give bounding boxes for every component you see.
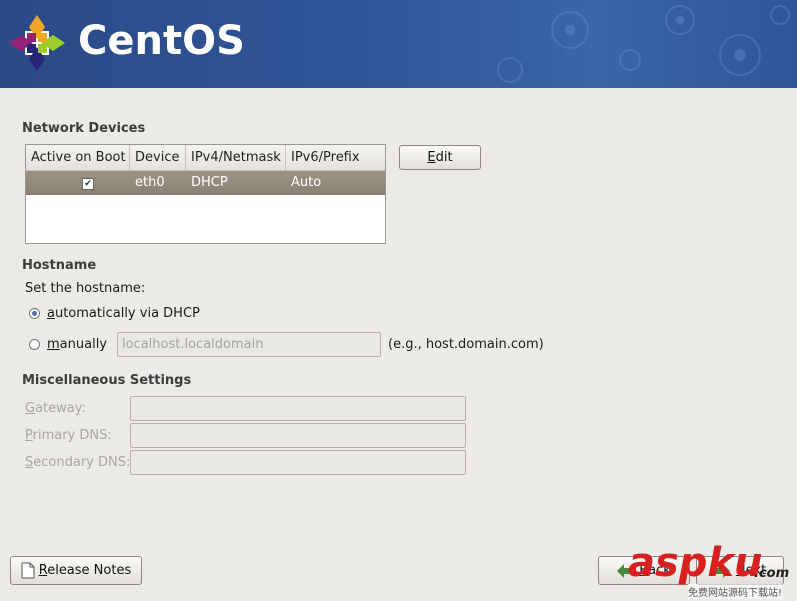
- hostname-prompt: Set the hostname:: [25, 281, 146, 296]
- column-header-ipv4[interactable]: IPv4/Netmask: [186, 145, 286, 170]
- network-devices-title: Network Devices: [22, 121, 146, 136]
- gateway-input[interactable]: [130, 396, 466, 421]
- column-header-active[interactable]: Active on Boot: [26, 145, 130, 170]
- header-banner: CentOS: [0, 0, 797, 88]
- watermark-logo: aspku: [628, 540, 763, 586]
- ipv4-cell: DHCP: [191, 175, 228, 190]
- manual-label[interactable]: manually: [47, 337, 107, 352]
- release-notes-label: Release Notes: [38, 563, 132, 578]
- banner-decoration: [497, 5, 790, 83]
- network-devices-table[interactable]: Active on Boot Device IPv4/Netmask IPv6/…: [25, 144, 386, 244]
- auto-dhcp-radio[interactable]: [29, 308, 40, 319]
- manual-radio[interactable]: [29, 339, 40, 350]
- watermark-subtitle: 免费网站源码下载站!: [688, 584, 783, 599]
- device-cell: eth0: [135, 175, 165, 190]
- watermark-tld: .com: [754, 566, 790, 581]
- document-icon: [21, 562, 35, 579]
- column-header-device[interactable]: Device: [130, 145, 186, 170]
- brand-name: CentOS: [78, 18, 245, 64]
- release-notes-button[interactable]: Release Notes: [10, 556, 142, 585]
- misc-settings-title: Miscellaneous Settings: [22, 373, 192, 388]
- gateway-label: Gateway:: [25, 401, 86, 416]
- hostname-input[interactable]: localhost.localdomain: [117, 332, 381, 357]
- table-row[interactable]: ✔ eth0 DHCP Auto: [26, 171, 385, 195]
- active-on-boot-checkbox[interactable]: ✔: [82, 178, 94, 190]
- hostname-example: (e.g., host.domain.com): [388, 337, 544, 352]
- primary-dns-input[interactable]: [130, 423, 466, 448]
- primary-dns-label: Primary DNS:: [25, 428, 112, 443]
- centos-logo-icon: [9, 15, 65, 71]
- column-header-ipv6[interactable]: IPv6/Prefix: [286, 145, 385, 170]
- auto-dhcp-label[interactable]: automatically via DHCP: [47, 306, 200, 321]
- secondary-dns-label: Secondary DNS:: [25, 455, 131, 470]
- ipv6-cell: Auto: [291, 175, 322, 190]
- hostname-title: Hostname: [22, 258, 97, 273]
- table-header: Active on Boot Device IPv4/Netmask IPv6/…: [26, 145, 385, 171]
- edit-button[interactable]: Edit: [399, 145, 481, 170]
- edit-button-label: Edit: [427, 150, 453, 165]
- secondary-dns-input[interactable]: [130, 450, 466, 475]
